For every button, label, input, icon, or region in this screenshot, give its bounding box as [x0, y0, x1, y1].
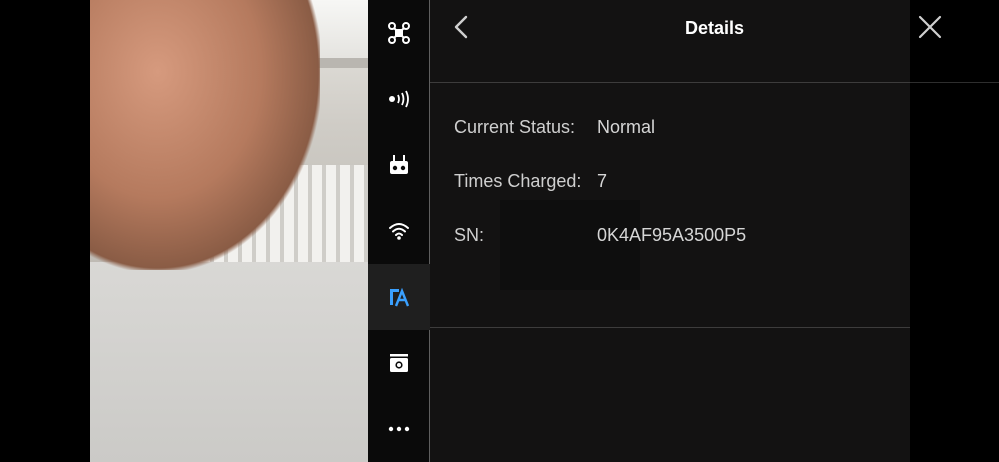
close-button[interactable]	[917, 14, 943, 40]
aircraft-icon	[388, 22, 410, 44]
left-letterbox	[0, 0, 90, 462]
more-icon	[388, 426, 410, 432]
settings-sidebar	[368, 0, 430, 462]
sidebar-item-more[interactable]	[368, 396, 430, 462]
camera-table	[90, 262, 370, 462]
times-charged-label: Times Charged:	[454, 171, 582, 191]
times-charged-value: 7	[597, 171, 608, 191]
current-status-label: Current Status:	[454, 117, 576, 137]
sidebar-item-battery[interactable]	[368, 264, 430, 330]
camera-hand	[90, 0, 320, 270]
camera-icon	[390, 354, 408, 372]
page-title: Details	[684, 18, 745, 38]
current-status-value: Normal	[597, 117, 656, 137]
details-header: Details	[430, 0, 999, 83]
sidebar-item-remote-controller[interactable]	[368, 132, 430, 198]
section-divider	[430, 327, 910, 328]
serial-number-label: SN:	[454, 225, 485, 245]
wifi-icon	[389, 223, 409, 240]
sidebar-item-signal[interactable]	[368, 66, 430, 132]
sidebar-item-aircraft[interactable]	[368, 0, 430, 66]
details-panel: Details Current Status: Normal Times Cha…	[430, 0, 999, 462]
serial-number-value: 0K4AF95A3500P5	[597, 225, 747, 245]
signal-icon	[389, 90, 409, 108]
sidebar-item-wifi[interactable]	[368, 198, 430, 264]
remote-controller-icon	[390, 155, 408, 174]
sidebar-item-camera[interactable]	[368, 330, 430, 396]
battery-icon	[390, 287, 410, 307]
